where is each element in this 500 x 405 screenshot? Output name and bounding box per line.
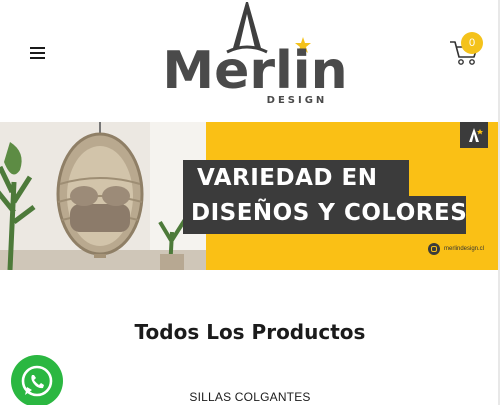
whatsapp-button[interactable] xyxy=(11,355,63,405)
section-title: Todos Los Productos xyxy=(134,320,366,344)
whatsapp-icon xyxy=(21,365,53,397)
banner-headline-line2: DISEÑOS Y COLORES xyxy=(191,200,468,226)
logo-subtitle: DESIGN xyxy=(267,95,328,106)
instagram-handle: merlindesign.cl xyxy=(428,242,484,256)
category-link-sillas-colgantes[interactable]: SILLAS COLGANTES xyxy=(0,390,500,404)
site-header: Merlin DESIGN 0 xyxy=(0,0,500,118)
logo-wordmark: Merlin xyxy=(162,41,347,101)
instagram-handle-text: merlindesign.cl xyxy=(444,246,485,252)
instagram-icon xyxy=(428,243,440,255)
hamburger-menu-icon[interactable] xyxy=(24,40,50,66)
cart-count-badge: 0 xyxy=(461,32,483,54)
hanging-chair-photo xyxy=(0,122,206,270)
banner-headline-line1: VARIEDAD EN xyxy=(197,165,378,191)
promo-banner[interactable]: VARIEDAD EN DISEÑOS Y COLORES merlindesi… xyxy=(0,122,500,270)
banner-logo-mark xyxy=(460,122,488,148)
cart-button[interactable]: 0 xyxy=(444,30,490,70)
merlin-design-logo[interactable]: Merlin DESIGN xyxy=(155,0,355,110)
